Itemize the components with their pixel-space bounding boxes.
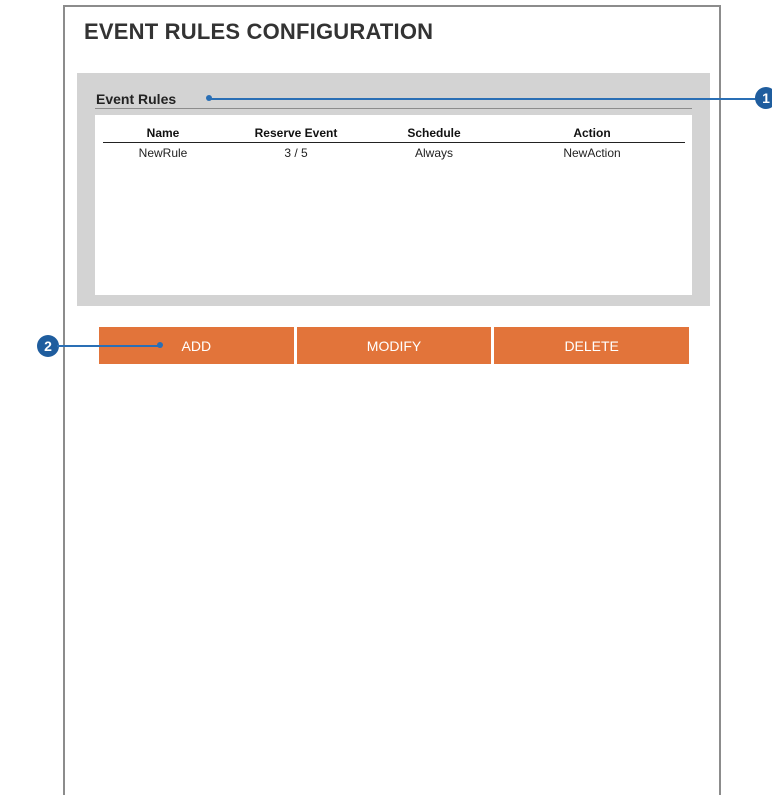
page-title: EVENT RULES CONFIGURATION: [84, 19, 434, 44]
panel-title: Event Rules: [96, 91, 177, 107]
modify-button[interactable]: MODIFY: [296, 327, 492, 364]
column-header-name: Name: [103, 123, 223, 143]
cell-action: NewAction: [563, 146, 621, 160]
callout-2-line: [57, 345, 160, 347]
cell-name: NewRule: [138, 146, 188, 160]
delete-button[interactable]: DELETE: [494, 327, 690, 364]
table-header-row: Name Reserve Event Schedule Action: [103, 123, 685, 143]
callout-2-dot: [157, 342, 163, 348]
column-header-action: Action: [499, 123, 685, 143]
column-header-schedule: Schedule: [369, 123, 499, 143]
cell-schedule: Always: [414, 146, 453, 160]
cell-reserve-event: 3 / 5: [284, 146, 308, 160]
callout-2-badge: 2: [37, 335, 59, 357]
callout-1-line: [209, 98, 759, 100]
column-header-reserve-event: Reserve Event: [223, 123, 369, 143]
action-buttons: ADD MODIFY DELETE: [99, 327, 690, 364]
callout-1-badge: 1: [755, 87, 772, 109]
panel-divider: [95, 108, 692, 109]
table-row[interactable]: NewRule 3 / 5 Always NewAction: [103, 143, 685, 164]
rules-table: Name Reserve Event Schedule Action NewRu…: [103, 123, 685, 163]
